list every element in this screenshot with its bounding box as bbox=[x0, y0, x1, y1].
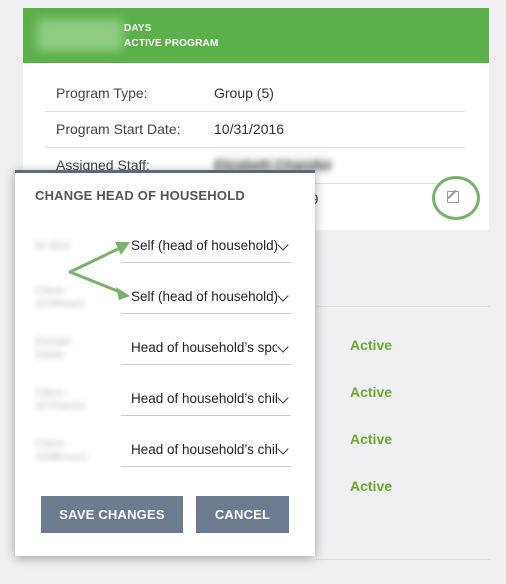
relation-select-value: Self (head of household) bbox=[131, 289, 277, 304]
member-name-line: 323Reach bbox=[35, 298, 86, 310]
member-name: Client - 327Naomi bbox=[35, 387, 105, 413]
cancel-button[interactable]: CANCEL bbox=[196, 496, 289, 533]
chevron-down-icon bbox=[277, 392, 289, 404]
modal-title: CHANGE HEAD OF HOUSEHOLD bbox=[35, 188, 245, 203]
program-start-value: 10/31/2016 bbox=[214, 121, 285, 137]
member-status: Active bbox=[350, 384, 393, 400]
relation-select-value: Head of household’s spouse bbox=[131, 340, 277, 355]
member-name-line: Dieter bbox=[35, 349, 65, 361]
section-divider bbox=[316, 306, 490, 307]
relation-select-value: Head of household’s child bbox=[131, 391, 277, 406]
relation-select-value: Head of household’s child bbox=[131, 442, 277, 457]
days-count: 1327 bbox=[37, 19, 123, 51]
relation-select[interactable]: Self (head of household) bbox=[121, 232, 291, 263]
chevron-down-icon bbox=[277, 290, 289, 302]
member-name-line: Client - bbox=[35, 438, 70, 450]
member-status: Active bbox=[350, 337, 393, 353]
section-divider-bottom bbox=[316, 559, 490, 560]
program-type-label: Program Type: bbox=[56, 85, 148, 101]
member-name-line: Client - bbox=[35, 387, 70, 399]
program-type-value: Group (5) bbox=[214, 85, 274, 101]
program-start-label: Program Start Date: bbox=[56, 121, 181, 137]
chevron-down-icon bbox=[277, 341, 289, 353]
relation-select[interactable]: Head of household’s child bbox=[121, 436, 291, 467]
change-head-of-household-modal: CHANGE HEAD OF HOUSEHOLD Ilo Bird Self (… bbox=[15, 170, 315, 556]
member-name-line: Ilo Bird bbox=[35, 240, 70, 252]
member-name-line: Donald - bbox=[35, 336, 77, 348]
program-start-row: Program Start Date: 10/31/2016 bbox=[45, 111, 465, 148]
chevron-down-icon bbox=[277, 443, 289, 455]
member-name: Client - 328Bruce1 bbox=[35, 438, 105, 464]
member-status: Active bbox=[350, 431, 393, 447]
relation-select[interactable]: Head of household’s child bbox=[121, 385, 291, 416]
relation-select-value: Self (head of household) bbox=[131, 238, 277, 253]
days-label: DAYS bbox=[124, 23, 152, 34]
member-name-line: 328Bruce1 bbox=[35, 451, 89, 463]
relation-select[interactable]: Head of household’s spouse bbox=[121, 334, 291, 365]
member-name: Ilo Bird bbox=[35, 240, 105, 266]
member-status: Active bbox=[350, 478, 393, 494]
program-type-row: Program Type: Group (5) bbox=[45, 75, 465, 112]
member-name-line: Client - bbox=[35, 285, 70, 297]
member-name-line: 327Naomi bbox=[35, 400, 86, 412]
edit-icon[interactable] bbox=[447, 191, 459, 203]
member-name: Client - 323Reach bbox=[35, 285, 105, 311]
active-program-label: ACTIVE PROGRAM bbox=[124, 38, 219, 49]
program-header: 1327 DAYS ACTIVE PROGRAM bbox=[23, 8, 489, 63]
save-changes-button[interactable]: SAVE CHANGES bbox=[41, 496, 183, 533]
member-name: Donald - Dieter bbox=[35, 336, 105, 362]
chevron-down-icon bbox=[277, 239, 289, 251]
relation-select[interactable]: Self (head of household) bbox=[121, 283, 291, 314]
